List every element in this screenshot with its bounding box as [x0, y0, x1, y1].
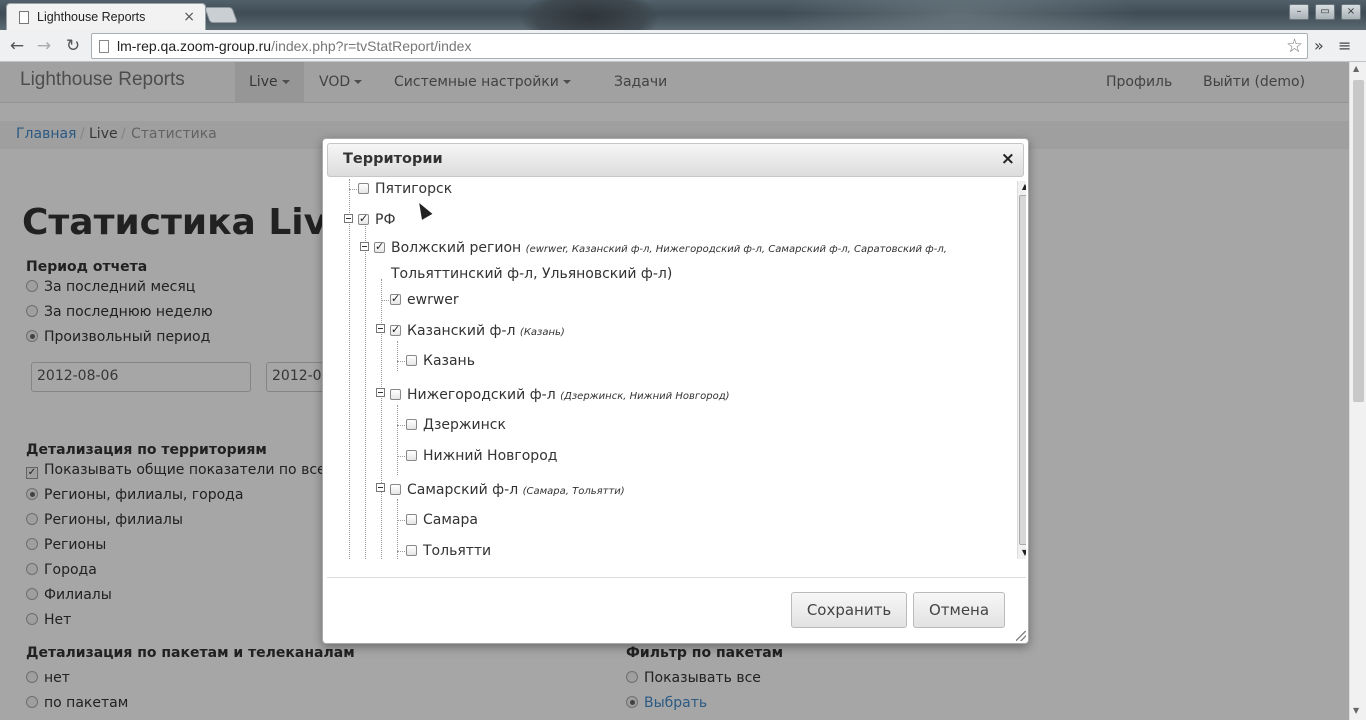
- scrollbar-thumb[interactable]: [1019, 195, 1026, 545]
- territory-tree: Пятигорск РФ Волжский регион (ewrwer, Ка…: [327, 179, 1026, 559]
- resize-grip-icon[interactable]: [1016, 631, 1026, 641]
- tree-connector: [397, 405, 398, 475]
- tree-scrollbar[interactable]: ▲ ▼: [1017, 181, 1026, 559]
- tree-item-note: Тольяттинский ф-л, Ульяновский ф-л): [391, 266, 673, 282]
- tree-item-label[interactable]: Пятигорск: [375, 181, 452, 197]
- browser-tab[interactable]: Lighthouse Reports ×: [6, 3, 206, 30]
- collapse-icon[interactable]: [376, 483, 385, 492]
- territory-checkbox[interactable]: [390, 389, 401, 400]
- menu-icon[interactable]: ≡: [1338, 36, 1351, 55]
- scrollbar-thumb[interactable]: [1353, 80, 1364, 402]
- territory-checkbox[interactable]: [406, 450, 417, 461]
- close-tab-icon[interactable]: ×: [183, 9, 195, 25]
- minimize-button[interactable]: –: [1289, 4, 1309, 20]
- tree-connector: [381, 279, 382, 559]
- collapse-icon[interactable]: [360, 242, 369, 251]
- territory-checkbox[interactable]: [406, 419, 417, 430]
- address-bar[interactable]: lm-rep.qa.zoom-group.ru/index.php?r=tvSt…: [91, 33, 1308, 59]
- url-text: lm-rep.qa.zoom-group.ru/index.php?r=tvSt…: [117, 38, 472, 54]
- tree-item-label[interactable]: Тольятти: [423, 543, 491, 559]
- close-window-button[interactable]: ×: [1341, 4, 1361, 20]
- tree-connector: [365, 221, 366, 559]
- scroll-up-arrow-icon[interactable]: ▲: [1353, 64, 1359, 73]
- collapse-icon[interactable]: [376, 388, 385, 397]
- reload-icon[interactable]: ↻: [62, 35, 84, 57]
- collapse-icon[interactable]: [344, 214, 353, 223]
- page-icon: [19, 11, 29, 24]
- extensions-chevron-icon[interactable]: »: [1314, 36, 1324, 55]
- dialog-header[interactable]: Территории ×: [327, 143, 1024, 177]
- tree-item-label[interactable]: Самара: [423, 512, 478, 528]
- browser-toolbar: ← → ↻ lm-rep.qa.zoom-group.ru/index.php?…: [0, 30, 1366, 62]
- page: Lighthouse Reports Live VOD Системные на…: [0, 62, 1349, 720]
- tree-item-label[interactable]: ewrwer: [407, 292, 459, 308]
- tree-item-note: (ewrwer, Казанский ф-л, Нижегородский ф-…: [525, 244, 947, 255]
- territory-checkbox[interactable]: [358, 183, 369, 194]
- tree-item-label[interactable]: Казань: [423, 353, 475, 369]
- page-scrollbar[interactable]: ▲ ▼: [1349, 62, 1366, 720]
- browser-titlebar: Lighthouse Reports × – ▭ ×: [0, 0, 1366, 30]
- wallpaper-art: [520, 0, 660, 30]
- dialog-title: Территории: [343, 151, 443, 167]
- scroll-up-arrow-icon[interactable]: ▲: [1019, 181, 1026, 193]
- back-arrow-icon[interactable]: ←: [6, 35, 28, 57]
- forward-arrow-icon[interactable]: →: [33, 35, 55, 57]
- territory-checkbox[interactable]: [374, 240, 385, 253]
- save-button[interactable]: Сохранить: [791, 592, 907, 628]
- tree-item-label[interactable]: РФ: [375, 212, 396, 228]
- territory-checkbox[interactable]: [358, 212, 369, 225]
- territory-checkbox[interactable]: [406, 545, 417, 556]
- tab-title: Lighthouse Reports: [37, 10, 146, 24]
- cancel-button[interactable]: Отмена: [913, 592, 1005, 628]
- scroll-down-arrow-icon[interactable]: ▼: [1353, 706, 1359, 715]
- new-tab-button[interactable]: [204, 7, 238, 23]
- territory-checkbox[interactable]: [406, 514, 417, 525]
- territory-checkbox[interactable]: [390, 292, 401, 305]
- scroll-down-arrow-icon[interactable]: ▼: [1019, 547, 1026, 559]
- territory-checkbox[interactable]: [390, 484, 401, 495]
- maximize-button[interactable]: ▭: [1315, 4, 1335, 20]
- tree-connector: [349, 179, 350, 559]
- territory-checkbox[interactable]: [406, 355, 417, 366]
- close-icon[interactable]: ×: [1001, 149, 1015, 169]
- wallpaper-art: [780, 0, 1140, 30]
- tree-item-label[interactable]: Нижний Новгород: [423, 448, 557, 464]
- tree-item-label[interactable]: Дзержинск: [423, 417, 506, 433]
- page-icon: [99, 40, 109, 53]
- dialog-divider: [327, 577, 1026, 578]
- tree-item-note: (Казань): [519, 327, 565, 338]
- collapse-icon[interactable]: [376, 324, 385, 333]
- tree-item-note: (Дзержинск, Нижний Новгород): [560, 391, 730, 402]
- tree-item-label[interactable]: Самарский ф-л (Самара, Тольятти): [407, 482, 625, 498]
- tree-item-label[interactable]: Нижегородский ф-л (Дзержинск, Нижний Нов…: [407, 387, 730, 403]
- territory-checkbox[interactable]: [390, 323, 401, 336]
- tree-item-note: (Самара, Тольятти): [522, 486, 625, 497]
- tree-connector: [397, 341, 398, 371]
- tree-item-label[interactable]: Волжский регион (ewrwer, Казанский ф-л, …: [391, 240, 947, 256]
- bookmark-star-icon[interactable]: ☆: [1286, 35, 1303, 57]
- tree-connector: [397, 499, 398, 559]
- tree-item-label[interactable]: Казанский ф-л (Казань): [407, 323, 565, 339]
